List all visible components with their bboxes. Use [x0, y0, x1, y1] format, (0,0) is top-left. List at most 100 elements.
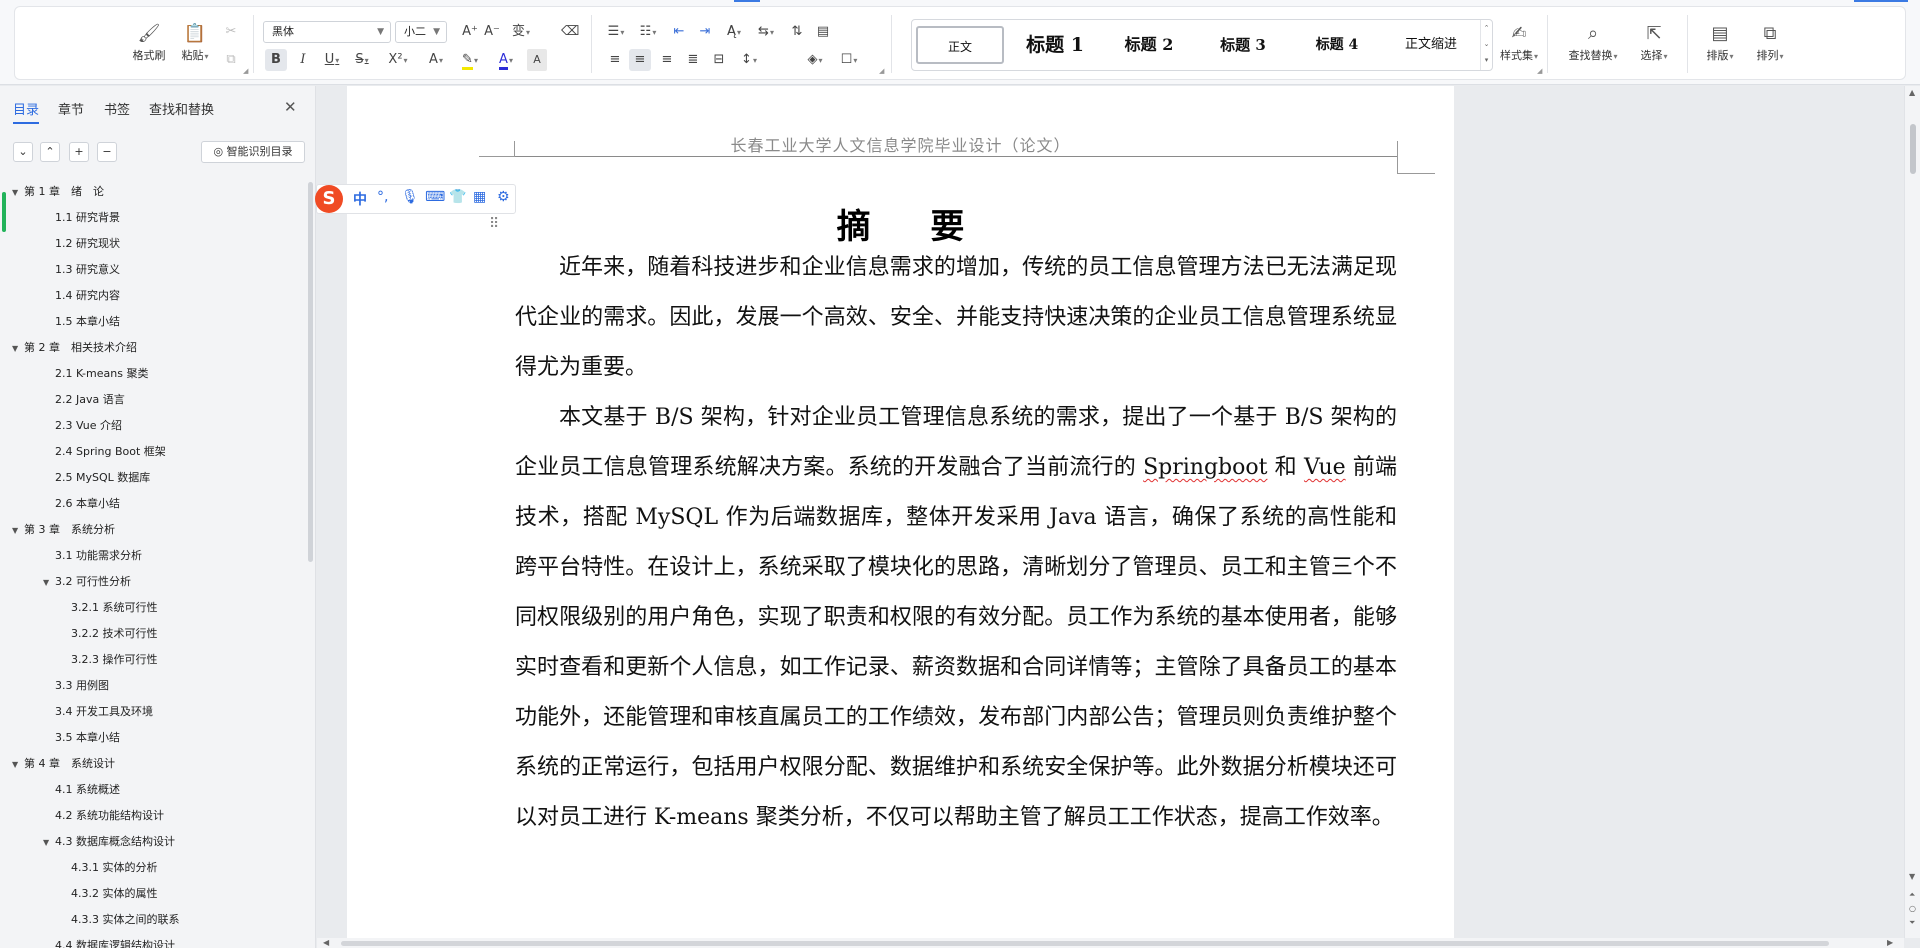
smart-toc-button[interactable]: ◎ 智能识别目录 — [201, 141, 305, 163]
toc-item[interactable]: ▼ 第 1 章 绪 论 — [12, 182, 104, 202]
horizontal-scrollbar[interactable]: ◀ ▶ — [317, 938, 1904, 948]
char-shading-button[interactable]: A — [527, 49, 547, 71]
toc-item[interactable]: ▼ 第 2 章 相关技术介绍 — [12, 338, 137, 358]
toc-item[interactable]: 2.1 K-means 聚类 — [55, 364, 148, 384]
toc-item[interactable]: 4.1 系统概述 — [55, 780, 120, 800]
expand-toggle-icon[interactable]: ▼ — [43, 833, 55, 853]
toc-item[interactable]: 4.4 数据库逻辑结构设计 — [55, 936, 175, 948]
style-heading-3[interactable]: 标题 3 — [1198, 26, 1288, 64]
toc-item[interactable]: 3.4 开发工具及环境 — [55, 702, 153, 722]
paste-button[interactable]: 📋 粘贴▾ — [173, 21, 217, 63]
justify-icon[interactable]: ≣ — [683, 49, 703, 71]
italic-button[interactable]: I — [293, 49, 313, 71]
font-name-combo[interactable]: 黑体 ▼ — [263, 21, 391, 43]
add-heading-icon[interactable]: + — [69, 142, 89, 162]
toc-item[interactable]: 1.2 研究现状 — [55, 234, 120, 254]
tab-chapters[interactable]: 章节 — [58, 99, 84, 118]
highlight-button[interactable]: ✎▾ — [455, 49, 485, 71]
toc-item[interactable]: 4.3.3 实体之间的联系 — [71, 910, 180, 930]
abstract-body[interactable]: 近年来，随着科技进步和企业信息需求的增加，传统的员工信息管理方法已无法满足现代企… — [515, 243, 1397, 843]
style-heading-4[interactable]: 标题 4 — [1292, 26, 1382, 64]
text-direction-icon[interactable]: Ą▾ — [721, 21, 747, 43]
bold-button[interactable]: B — [265, 49, 287, 71]
style-set-button[interactable]: ✍ 样式集▾ — [1489, 21, 1549, 63]
superscript-button[interactable]: X²▾ — [381, 49, 415, 71]
copy-icon[interactable]: ⧉ — [221, 49, 241, 71]
line-spacing-icon[interactable]: ↕▾ — [735, 49, 763, 71]
layout-button[interactable]: ▤ 排版▾ — [1695, 21, 1745, 63]
vertical-scroll-thumb[interactable] — [1910, 124, 1916, 174]
clear-format-icon[interactable]: ⌫ — [561, 21, 579, 43]
strikethrough-button[interactable]: S▾ — [349, 49, 375, 71]
expand-toggle-icon[interactable]: ▼ — [12, 339, 24, 359]
collapse-all-icon[interactable]: ⌄ — [13, 142, 33, 162]
sort-icon[interactable]: ⇅ — [787, 21, 807, 43]
toc-item[interactable]: 3.2.3 操作可行性 — [71, 650, 158, 670]
toc-item[interactable]: 3.5 本章小结 — [55, 728, 120, 748]
expand-toggle-icon[interactable]: ▼ — [12, 183, 24, 203]
vertical-scrollbar[interactable]: ▲ ▼ ⏶ ○ ⏷ — [1904, 86, 1920, 938]
style-heading-2[interactable]: 标题 2 — [1104, 26, 1194, 64]
dialog-launcher-icon[interactable]: ◢ — [1537, 67, 1542, 75]
toc-item[interactable]: 4.3.1 实体的分析 — [71, 858, 158, 878]
style-body-indent[interactable]: 正文缩进 — [1386, 26, 1476, 64]
expand-toggle-icon[interactable]: ▼ — [12, 521, 24, 541]
scroll-up-icon[interactable]: ▲ — [1909, 88, 1915, 97]
grow-font-icon[interactable]: A⁺ — [461, 21, 479, 43]
next-page-icon[interactable]: ⏷ — [1909, 918, 1915, 928]
numbered-list-icon[interactable]: ☷▾ — [635, 21, 661, 43]
toc-item[interactable]: 2.5 MySQL 数据库 — [55, 468, 150, 488]
toc-item[interactable]: 3.2.1 系统可行性 — [71, 598, 158, 618]
tab-bookmarks[interactable]: 书签 — [104, 99, 130, 118]
toc-item[interactable]: 1.4 研究内容 — [55, 286, 120, 306]
expand-up-icon[interactable]: ⌃ — [40, 142, 60, 162]
shrink-font-icon[interactable]: A⁻ — [483, 21, 501, 43]
remove-heading-icon[interactable]: − — [97, 142, 117, 162]
distribute-icon[interactable]: ⊟ — [709, 49, 729, 71]
close-icon[interactable]: ✕ — [284, 98, 297, 116]
increase-indent-icon[interactable]: ⇥ — [695, 21, 715, 43]
underline-button[interactable]: U▾ — [319, 49, 345, 71]
toc-item[interactable]: 4.2 系统功能结构设计 — [55, 806, 164, 826]
bullet-list-icon[interactable]: ☰▾ — [603, 21, 629, 43]
align-right-icon[interactable]: ≡ — [657, 49, 677, 71]
horizontal-scroll-thumb[interactable] — [341, 941, 1829, 946]
browse-object-icon[interactable]: ○ — [1909, 904, 1916, 913]
toolbox-icon[interactable]: ▦ — [473, 189, 486, 205]
shading-icon[interactable]: ◈▾ — [801, 49, 829, 71]
find-replace-button[interactable]: ⌕ 查找替换▾ — [1557, 21, 1629, 63]
tab-find-replace[interactable]: 查找和替换 — [149, 99, 214, 118]
select-button[interactable]: ⇱ 选择▾ — [1629, 21, 1679, 63]
toc-item[interactable]: 3.1 功能需求分析 — [55, 546, 142, 566]
toc-item[interactable]: 1.3 研究意义 — [55, 260, 120, 280]
toc-item[interactable]: 2.4 Spring Boot 框架 — [55, 442, 166, 462]
align-left-icon[interactable]: ≡ — [605, 49, 625, 71]
sogou-logo-icon[interactable]: S — [315, 185, 343, 213]
microphone-icon[interactable]: 🎙 — [401, 189, 419, 205]
font-size-combo[interactable]: 小二 ▼ — [395, 21, 447, 43]
ime-mode-toggle[interactable]: 中 — [353, 189, 367, 209]
toc-item[interactable]: 4.3.2 实体的属性 — [71, 884, 158, 904]
toc-item[interactable]: 2.3 Vue 介绍 — [55, 416, 122, 436]
toc-item[interactable]: 1.1 研究背景 — [55, 208, 120, 228]
toc-item[interactable]: ▼ 第 3 章 系统分析 — [12, 520, 115, 540]
nav-scrollbar[interactable] — [308, 182, 313, 562]
style-normal[interactable]: 正文 — [916, 26, 1004, 64]
dialog-launcher-icon[interactable]: ◢ — [879, 67, 884, 75]
toc-item[interactable]: ▼ 4.3 数据库概念结构设计 — [43, 832, 175, 852]
expand-toggle-icon[interactable]: ▼ — [43, 573, 55, 593]
phonetic-guide-icon[interactable]: 变▾ — [507, 21, 535, 43]
toc-item[interactable]: 3.2.2 技术可行性 — [71, 624, 158, 644]
toc-item[interactable]: 2.2 Java 语言 — [55, 390, 125, 410]
toc-item[interactable]: 2.6 本章小结 — [55, 494, 120, 514]
line-break-icon[interactable]: ⇆▾ — [753, 21, 779, 43]
show-marks-icon[interactable]: ▤ — [813, 21, 833, 43]
keyboard-icon[interactable]: ⌨ — [425, 189, 445, 205]
border-icon[interactable]: ☐▾ — [835, 49, 863, 71]
toc-item[interactable]: ▼ 3.2 可行性分析 — [43, 572, 131, 592]
format-painter-button[interactable]: 🖌 格式刷 — [127, 21, 171, 63]
style-heading-1[interactable]: 标题 1 — [1010, 26, 1100, 64]
scroll-left-icon[interactable]: ◀ — [323, 938, 329, 948]
settings-gear-icon[interactable]: ⚙ — [497, 189, 510, 205]
scroll-right-icon[interactable]: ▶ — [1887, 938, 1893, 948]
